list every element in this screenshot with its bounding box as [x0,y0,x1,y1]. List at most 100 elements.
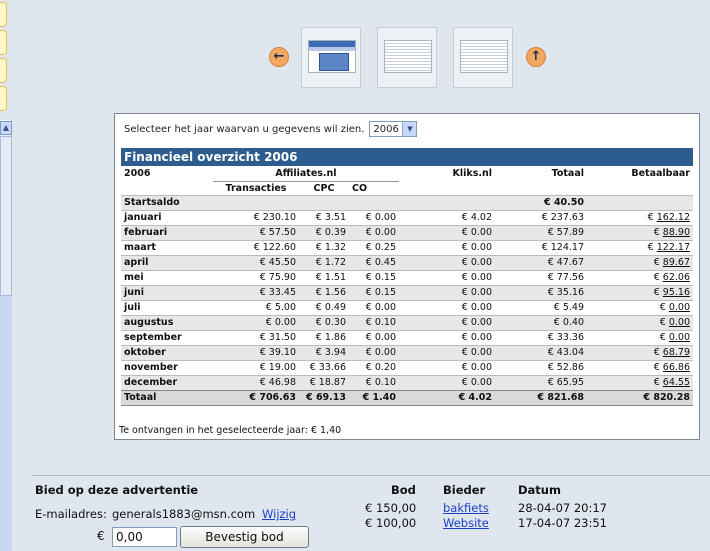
chevron-down-icon[interactable]: ▼ [402,122,417,136]
total-betaalbaar: € 820.28 [587,389,693,406]
table-row-total: Totaal € 706.63 € 69.13 € 1.40 € 4.02 € … [121,389,693,406]
row-label: juni [121,284,213,300]
cell-kliks: € 0.00 [399,374,495,390]
scroll-track-lower [0,296,12,551]
year-selector-row: Selecteer het jaar waarvan u gegevens wi… [124,121,418,137]
change-email-link[interactable]: Wijzig [262,507,296,521]
betaalbaar-link[interactable]: 0.00 [669,332,690,343]
row-label: december [121,374,213,390]
cell-totaal: € 77.56 [495,269,587,285]
cell-transacties: € 230.10 [213,209,299,225]
betaalbaar-link[interactable]: 0.00 [669,302,690,313]
cell-co: € 0.00 [349,209,399,225]
cell-kliks: € 0.00 [399,314,495,330]
bid-date: 17-04-07 23:51 [518,516,607,530]
betaalbaar-link[interactable]: 95.16 [663,287,690,298]
cell-betaalbaar: € 162.12 [587,209,693,225]
total-totaal: € 821.68 [495,389,587,406]
finance-title: Financieel overzicht 2006 [121,148,693,166]
cell-cpc: € 1.32 [299,239,349,255]
left-scrollbar[interactable]: ▲ [0,0,12,551]
side-tab[interactable] [0,58,7,83]
cell-transacties: € 39.10 [213,344,299,360]
screenshot-thumb-1[interactable] [301,27,361,88]
receive-summary: Te ontvangen in het geselecteerde jaar: … [119,425,342,436]
year-select[interactable]: 2006 ▼ [369,121,418,137]
table-row: februari € 57.50 € 0.39 € 0.00 € 0.00 € 57.89… [121,224,693,240]
betaalbaar-link[interactable]: 0.00 [669,317,690,328]
arrow-left-icon[interactable]: ← [269,47,289,67]
cell-kliks: € 4.02 [399,209,495,225]
year-selector-label: Selecteer het jaar waarvan u gegevens wi… [124,123,365,135]
cell-cpc: € 0.39 [299,224,349,240]
betaalbaar-link[interactable]: 162.12 [657,212,690,223]
cell-kliks: € 0.00 [399,359,495,375]
cell-betaalbaar: € 88.90 [587,224,693,240]
table-row: april € 45.50 € 1.72 € 0.45 € 0.00 € 47.67 € 8… [121,254,693,270]
cell-totaal: € 0.40 [495,314,587,330]
start-totaal: € 40.50 [495,194,587,210]
column-header-bod: Bod [391,483,416,497]
row-label: juli [121,299,213,315]
header-transacties: Transacties [213,180,299,195]
column-header-datum: Datum [518,483,561,497]
row-label: februari [121,224,213,240]
table-row: juni € 33.45 € 1.56 € 0.15 € 0.00 € 35.16 € 95… [121,284,693,300]
betaalbaar-link[interactable]: 88.90 [663,227,690,238]
cell-co: € 0.00 [349,329,399,345]
side-tab[interactable] [0,30,7,55]
bidder-link[interactable]: bakfiets [443,501,489,515]
header-cpc: CPC [299,180,349,195]
screenshot-thumb-3[interactable] [453,27,513,88]
bidder-link[interactable]: Website [443,516,489,530]
betaalbaar-link[interactable]: 68.79 [663,347,690,358]
cell-co: € 0.15 [349,269,399,285]
cell-cpc: € 0.30 [299,314,349,330]
cell-cpc: € 18.87 [299,374,349,390]
cell-totaal: € 33.36 [495,329,587,345]
cell-betaalbaar: € 0.00 [587,314,693,330]
cell-cpc: € 1.56 [299,284,349,300]
arrow-up-icon[interactable]: ↑ [526,47,546,67]
header-totaal: Totaal [495,166,587,181]
table-row: juli € 5.00 € 0.49 € 0.00 € 0.00 € 5.49 € 0.00 [121,299,693,315]
side-tab[interactable] [0,86,7,111]
table-row: september € 31.50 € 1.86 € 0.00 € 0.00 € 33.3… [121,329,693,345]
side-tab[interactable] [0,2,7,27]
row-label: oktober [121,344,213,360]
bid-amount-input[interactable] [112,527,177,547]
total-kliks: € 4.02 [399,389,495,406]
cell-totaal: € 52.86 [495,359,587,375]
betaalbaar-link[interactable]: 66.86 [663,362,690,373]
betaalbaar-link[interactable]: 89.67 [663,257,690,268]
bid-amount: € 150,00 [365,501,417,515]
betaalbaar-link[interactable]: 122.17 [657,242,690,253]
scroll-up-icon[interactable]: ▲ [0,121,12,135]
bid-amount: € 100,00 [365,516,417,530]
cell-totaal: € 237.63 [495,209,587,225]
thumbnail-image [460,40,508,73]
cell-cpc: € 3.94 [299,344,349,360]
cell-co: € 0.00 [349,224,399,240]
scroll-thumb[interactable] [0,136,12,296]
cell-totaal: € 65.95 [495,374,587,390]
betaalbaar-link[interactable]: 64.55 [663,377,690,388]
cell-transacties: € 57.50 [213,224,299,240]
cell-transacties: € 19.00 [213,359,299,375]
thumbnail-image [384,40,432,73]
betaalbaar-link[interactable]: 62.06 [663,272,690,283]
cell-transacties: € 122.60 [213,239,299,255]
screenshot-thumb-2[interactable] [377,27,437,88]
bid-title: Bied op deze advertentie [35,483,199,497]
total-co: € 1.40 [349,389,399,406]
table-row: maart € 122.60 € 1.32 € 0.25 € 0.00 € 124.17 €… [121,239,693,255]
header-kliks: Kliks.nl [399,166,495,181]
cell-co: € 0.00 [349,299,399,315]
cell-totaal: € 35.16 [495,284,587,300]
cell-kliks: € 0.00 [399,329,495,345]
confirm-bid-button[interactable]: Bevestig bod [180,526,309,548]
cell-betaalbaar: € 122.17 [587,239,693,255]
table-row: augustus € 0.00 € 0.30 € 0.10 € 0.00 € 0.40 € … [121,314,693,330]
finance-panel: Selecteer het jaar waarvan u gegevens wi… [114,113,700,440]
finance-table: Financieel overzicht 2006 2006 Affiliate… [121,148,693,406]
